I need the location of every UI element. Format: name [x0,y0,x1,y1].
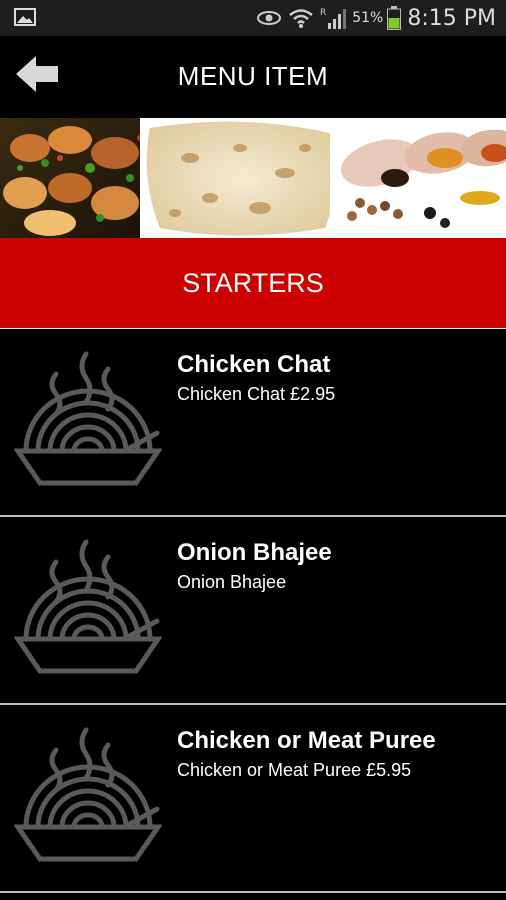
menu-item-chicken-chat[interactable]: Chicken Chat Chicken Chat £2.95 [0,329,506,517]
battery-percent: 51% [352,10,384,26]
menu-item-name: Chicken Chat [177,351,331,378]
food-banner-image [0,118,506,238]
app-header: MENU ITEM [0,36,506,118]
food-bowl-icon [14,351,162,486]
menu-item-name: Chicken or Meat Puree [177,727,436,754]
food-bowl-icon [14,539,162,674]
battery-icon [387,6,402,30]
menu-item-description: Chicken or Meat Puree £5.95 [177,760,412,780]
wifi-icon [289,9,314,28]
status-bar: R 51% 8:15 PM [0,0,506,36]
category-title: STARTERS [182,268,324,298]
menu-item-chicken-or-meat-puree[interactable]: Chicken or Meat Puree Chicken or Meat Pu… [0,705,506,893]
menu-item-onion-bhajee[interactable]: Onion Bhajee Onion Bhajee [0,517,506,705]
menu-item-name: Onion Bhajee [177,539,332,566]
svg-text:R: R [320,8,326,18]
category-header: STARTERS [0,238,506,329]
menu-item-description: Chicken Chat £2.95 [177,384,336,404]
food-bowl-icon [14,727,162,862]
eye-icon [257,11,282,25]
menu-item-description: Onion Bhajee [177,572,287,592]
gallery-icon [14,8,36,26]
page-title: MENU ITEM [177,61,329,91]
menu-list: Chicken Chat Chicken Chat £2.95 Onion Bh… [0,329,506,893]
signal-icon: R [320,8,347,29]
clock-time: 8:15 PM [407,5,496,31]
